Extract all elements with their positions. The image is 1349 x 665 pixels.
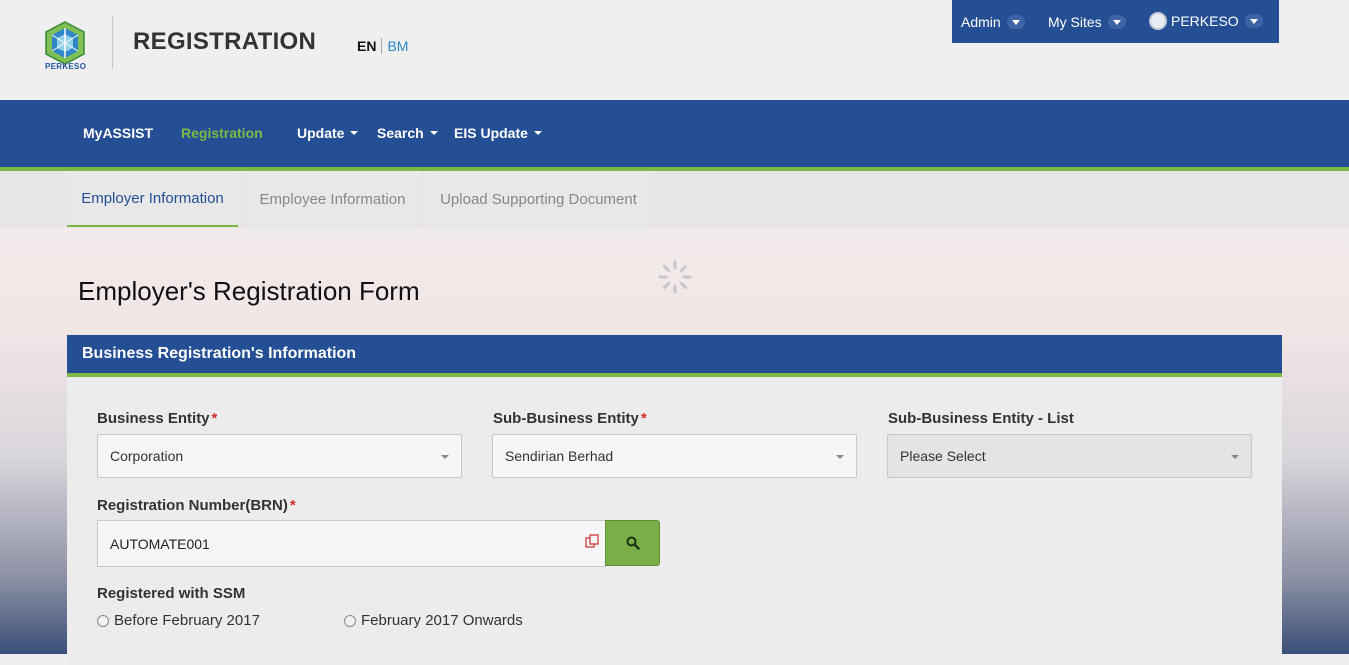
nav-registration[interactable]: Registration: [181, 125, 263, 141]
sub-business-list-selected-value: Please Select: [900, 448, 986, 464]
copy-icon[interactable]: [585, 534, 599, 548]
nav-search-label: Search: [377, 125, 424, 141]
brn-search-button[interactable]: [605, 520, 660, 566]
sub-business-entity-selected-value: Sendirian Berhad: [505, 448, 614, 464]
radio-before-feb-2017[interactable]: Before February 2017: [97, 612, 260, 629]
user-menu-bar: Admin My Sites PERKESO: [952, 0, 1279, 43]
sub-business-entity-label: Sub-Business Entity *: [493, 410, 647, 427]
ssm-label: Registered with SSM: [97, 585, 246, 602]
caret-down-icon: [350, 131, 359, 135]
radio-before-label: Before February 2017: [114, 612, 260, 629]
nav-search[interactable]: Search: [377, 125, 438, 141]
brn-label-text: Registration Number(BRN): [97, 497, 288, 514]
required-mark: *: [640, 410, 647, 427]
dropdown-arrow-icon: [1231, 455, 1239, 459]
business-entity-select[interactable]: Corporation: [97, 434, 462, 478]
nav-eis-update[interactable]: EIS Update: [454, 125, 542, 141]
radio-onwards-label: February 2017 Onwards: [361, 612, 523, 629]
my-sites-menu[interactable]: My Sites: [1048, 14, 1126, 30]
nav-update-label: Update: [297, 125, 345, 141]
radio-button[interactable]: [344, 614, 356, 627]
sub-business-list-select[interactable]: Please Select: [887, 434, 1252, 478]
business-entity-label-text: Business Entity: [97, 410, 210, 427]
brn-input[interactable]: AUTOMATE001: [97, 520, 606, 567]
dropdown-arrow-icon: [441, 455, 449, 459]
user-profile-menu[interactable]: PERKESO: [1149, 12, 1263, 30]
language-switcher: EN BM: [357, 38, 408, 54]
logo-text: PERKESO: [45, 62, 87, 71]
radio-button[interactable]: [97, 614, 109, 627]
chevron-down-icon: [1006, 15, 1025, 29]
nav-eis-update-label: EIS Update: [454, 125, 528, 141]
dropdown-arrow-icon: [836, 455, 844, 459]
panel-title: Business Registration's Information: [82, 345, 357, 362]
nav-update[interactable]: Update: [297, 125, 359, 141]
user-name: PERKESO: [1171, 13, 1239, 29]
admin-menu[interactable]: Admin: [961, 14, 1025, 30]
brn-label: Registration Number(BRN) *: [97, 497, 296, 514]
required-mark: *: [211, 410, 218, 427]
page-title: Employer's Registration Form: [78, 276, 420, 306]
nav-myassist[interactable]: MyASSIST: [83, 125, 153, 141]
sub-business-entity-label-text: Sub-Business Entity: [493, 410, 639, 427]
avatar: [1149, 12, 1167, 30]
tab-upload-supporting-document[interactable]: Upload Supporting Document: [426, 171, 651, 227]
caret-down-icon: [429, 131, 438, 135]
radio-feb-2017-onwards[interactable]: February 2017 Onwards: [344, 612, 523, 629]
tab-employee-information[interactable]: Employee Information: [245, 171, 420, 227]
panel-header: Business Registration's Information: [67, 335, 1282, 377]
sub-business-entity-select[interactable]: Sendirian Berhad: [492, 434, 857, 478]
required-mark: *: [289, 497, 296, 514]
chevron-down-icon: [1244, 14, 1263, 28]
business-entity-selected-value: Corporation: [110, 448, 184, 464]
my-sites-menu-label: My Sites: [1048, 14, 1102, 30]
search-icon: [626, 536, 640, 550]
lang-bm-link[interactable]: BM: [382, 38, 408, 54]
lang-en-link[interactable]: EN: [357, 38, 383, 54]
app-title: REGISTRATION: [133, 28, 317, 55]
tab-employer-information[interactable]: Employer Information: [67, 171, 238, 227]
loading-spinner-icon: [658, 260, 692, 294]
sub-business-list-label: Sub-Business Entity - List: [888, 410, 1074, 427]
business-entity-label: Business Entity *: [97, 410, 217, 427]
chevron-down-icon: [1107, 15, 1126, 29]
header-divider: [112, 16, 113, 69]
caret-down-icon: [533, 131, 542, 135]
main-navbar: MyASSIST Registration Update Search EIS …: [0, 100, 1349, 171]
admin-menu-label: Admin: [961, 14, 1001, 30]
